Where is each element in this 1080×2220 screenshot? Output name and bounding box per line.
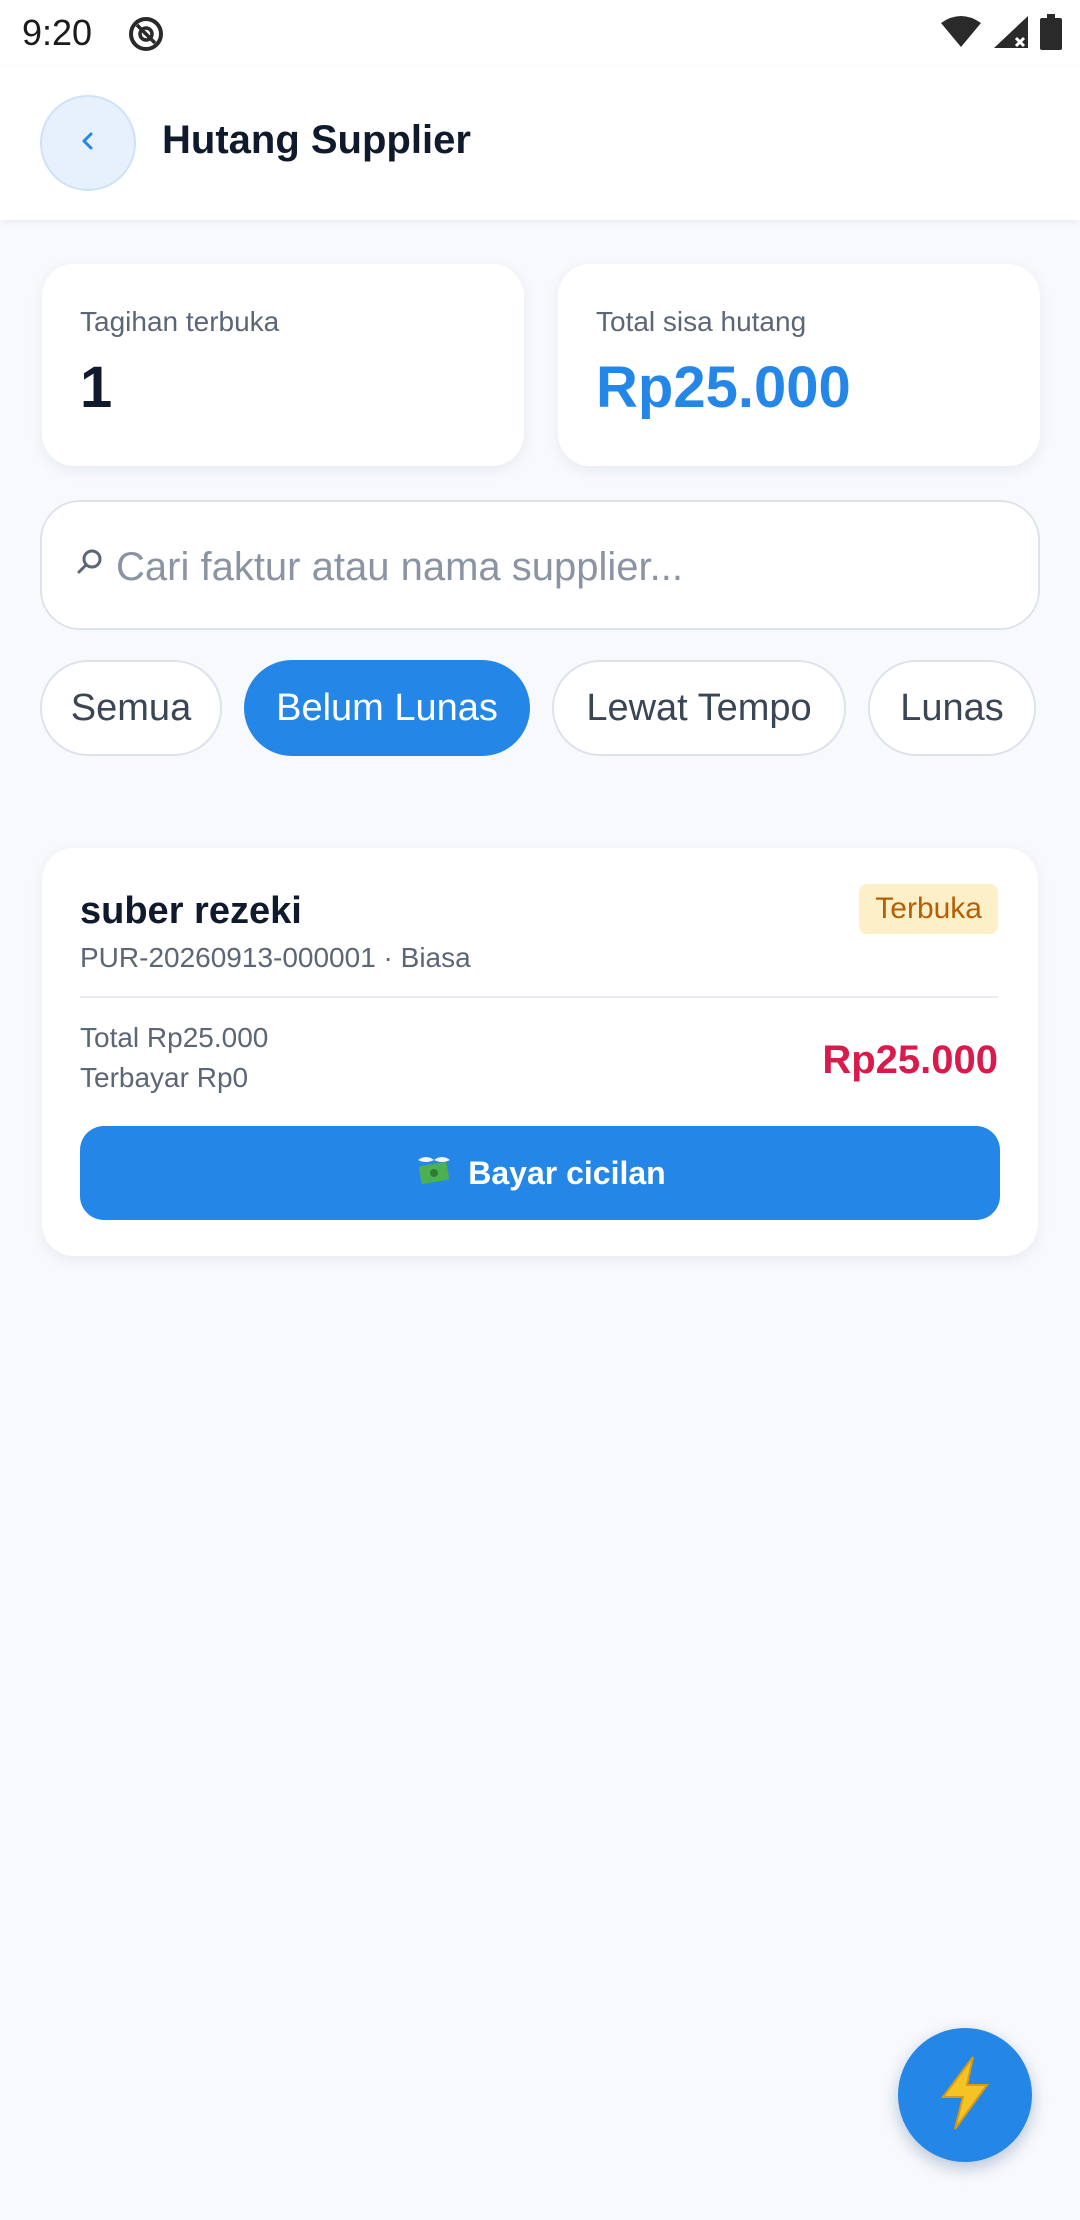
invoice-remaining: Rp25.000 — [822, 1038, 998, 1082]
open-bills-value: 1 — [80, 355, 113, 420]
search-input[interactable] — [116, 530, 996, 604]
search-bar — [40, 500, 1040, 630]
invoice-paid: Terbayar Rp0 — [80, 1062, 249, 1093]
open-bills-card: Tagihan terbuka 1 — [42, 264, 524, 466]
divider — [80, 996, 998, 998]
filter-chip-lewat-tempo[interactable]: Lewat Tempo — [552, 660, 846, 756]
page-title: Hutang Supplier — [162, 118, 471, 162]
app-bar: Hutang Supplier — [0, 66, 1080, 220]
pay-installment-button[interactable]: Bayar cicilan — [80, 1126, 1000, 1220]
search-icon — [72, 544, 108, 580]
supplier-name: suber rezeki — [80, 890, 302, 932]
back-button[interactable] — [40, 95, 136, 191]
do-not-disturb-icon — [126, 14, 166, 54]
filter-chip-semua[interactable]: Semua — [40, 660, 222, 756]
invoice-total: Total Rp25.000 — [80, 1022, 269, 1053]
open-bills-label: Tagihan terbuka — [80, 306, 280, 337]
total-debt-value: Rp25.000 — [596, 355, 851, 420]
total-debt-card: Total sisa hutang Rp25.000 — [558, 264, 1040, 466]
battery-icon — [1040, 13, 1062, 55]
system-icons — [940, 13, 1062, 55]
filter-chip-belum-lunas[interactable]: Belum Lunas — [244, 660, 530, 756]
status-time: 9:20 — [22, 12, 93, 53]
status-bar: 9:20 — [0, 0, 1080, 66]
wifi-icon — [940, 15, 982, 54]
lightning-icon — [933, 2055, 997, 2136]
money-with-wings-icon — [414, 1152, 454, 1194]
invoice-reference: PUR-20260913-000001 · Biasa — [80, 942, 471, 973]
status-badge: Terbuka — [859, 884, 998, 934]
total-debt-label: Total sisa hutang — [596, 306, 807, 337]
invoice-card: suber rezeki PUR-20260913-000001 · Biasa… — [42, 848, 1038, 1256]
filter-chip-lunas[interactable]: Lunas — [868, 660, 1036, 756]
chevron-left-icon — [76, 129, 100, 158]
quick-action-button[interactable] — [898, 2028, 1032, 2162]
signal-icon — [992, 14, 1030, 55]
pay-installment-label: Bayar cicilan — [468, 1154, 666, 1191]
